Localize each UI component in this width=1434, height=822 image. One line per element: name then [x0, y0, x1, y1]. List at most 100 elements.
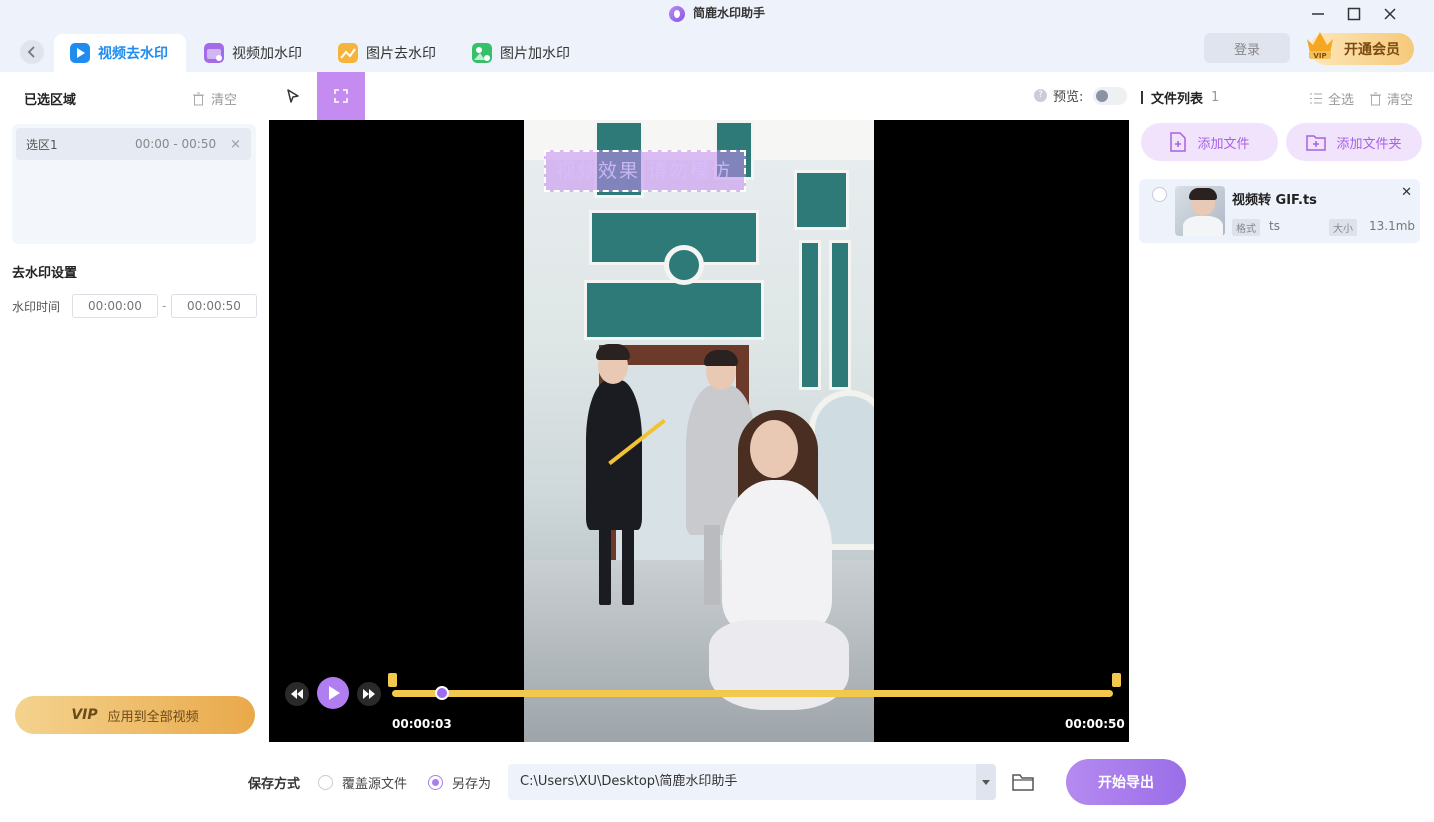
- save-as-radio[interactable]: [428, 775, 443, 790]
- app-title-text: 简鹿水印助手: [692, 6, 765, 20]
- person-hair: [596, 344, 630, 360]
- watermark-text: 视频效果 请勿模仿: [556, 160, 733, 182]
- title-bar: 简鹿水印助手 视频去水印 视频加水印 图片去水印 图片加水印 登录 VIP 开通…: [0, 0, 1434, 72]
- app-logo-icon: [668, 5, 685, 22]
- timeline-start-handle[interactable]: [388, 673, 397, 687]
- file-name: 视频转 GIF.ts: [1232, 193, 1317, 208]
- tab-image-add-watermark[interactable]: 图片加水印: [456, 34, 588, 72]
- person-silhouette: [722, 480, 832, 630]
- region-item[interactable]: 选区1 00:00 - 00:50 ×: [16, 128, 251, 160]
- tab-label: 视频去水印: [98, 46, 168, 62]
- overwrite-radio[interactable]: [318, 775, 333, 790]
- playhead-knob[interactable]: [435, 686, 450, 700]
- crown-icon: VIP: [1307, 32, 1333, 60]
- cursor-arrow-icon: [287, 89, 299, 103]
- preview-toggle[interactable]: [1093, 86, 1128, 105]
- close-icon[interactable]: [1380, 6, 1400, 26]
- save-mode-label: 保存方式: [248, 777, 301, 792]
- open-folder-button[interactable]: [1011, 771, 1035, 793]
- wall-panel: [829, 240, 851, 390]
- video-remove-icon: [70, 43, 90, 63]
- file-select-radio[interactable]: [1152, 187, 1167, 202]
- wall-panel: [799, 240, 821, 390]
- wall-ornament: [664, 245, 704, 285]
- file-list-label: 文件列表: [1151, 92, 1204, 107]
- time-end-input[interactable]: [171, 294, 257, 318]
- close-icon[interactable]: ✕: [1401, 185, 1412, 200]
- time-separator: -: [162, 299, 167, 313]
- left-panel: 已选区域 清空 选区1 00:00 - 00:50 × 去水印设置 水印时间 -…: [0, 72, 269, 822]
- person-leg: [599, 520, 611, 605]
- app-title: 简鹿水印助手: [0, 4, 1434, 22]
- size-tag: 大小: [1329, 219, 1357, 236]
- person-hair: [704, 350, 738, 366]
- play-button[interactable]: [317, 677, 349, 709]
- preview-control: ? 预览:: [1034, 86, 1128, 105]
- add-file-label: 添加文件: [1197, 136, 1250, 152]
- checklist-icon: [1310, 93, 1322, 104]
- timeline-track[interactable]: [392, 690, 1113, 697]
- maximize-icon[interactable]: [1344, 6, 1364, 26]
- region-name: 选区1: [26, 137, 58, 152]
- fast-forward-button[interactable]: [357, 682, 381, 706]
- thumbnail-hair: [1189, 188, 1217, 200]
- selected-regions-title: 已选区域: [24, 93, 77, 108]
- clear-label: 清空: [1387, 93, 1414, 108]
- overwrite-label[interactable]: 覆盖源文件: [342, 773, 407, 792]
- folder-icon: [1012, 774, 1034, 791]
- right-panel: 文件列表 1 全选 清空 添加文件 添加文件夹 视频转 GIF.ts ✕ 格式 …: [1129, 72, 1434, 822]
- chevron-down-icon[interactable]: [976, 764, 996, 800]
- vip-tag: VIP: [71, 707, 98, 723]
- close-icon[interactable]: ×: [230, 137, 241, 152]
- image-add-icon: [472, 43, 492, 63]
- minimize-icon[interactable]: [1308, 6, 1328, 26]
- apply-all-videos-button[interactable]: VIP 应用到全部视频: [15, 696, 255, 734]
- add-folder-icon: [1306, 135, 1327, 151]
- help-icon[interactable]: ?: [1034, 89, 1047, 102]
- output-path-field[interactable]: C:\Users\XU\Desktop\简鹿水印助手: [508, 764, 996, 800]
- clear-files-button[interactable]: 清空: [1369, 89, 1413, 108]
- file-size: 13.1mb: [1369, 219, 1416, 233]
- tab-video-add-watermark[interactable]: 视频加水印: [188, 34, 320, 72]
- watermark-settings-title: 去水印设置: [12, 266, 78, 281]
- person-leg: [622, 520, 634, 605]
- tab-label: 视频加水印: [232, 46, 302, 62]
- file-list-title: 文件列表 1: [1141, 88, 1219, 107]
- start-export-button[interactable]: 开始导出: [1066, 759, 1186, 805]
- add-file-icon: [1170, 132, 1187, 152]
- login-button[interactable]: 登录: [1204, 33, 1290, 63]
- video-player[interactable]: 视频效果 请勿模仿 00:00:03 00:00:50: [269, 120, 1129, 742]
- time-start-input[interactable]: [72, 294, 158, 318]
- trash-icon: [193, 92, 204, 105]
- region-time: 00:00 - 00:50: [134, 137, 217, 151]
- rewind-button[interactable]: [285, 682, 309, 706]
- preview-label: 预览:: [1053, 90, 1084, 105]
- wall-panel: [794, 170, 849, 230]
- add-folder-label: 添加文件夹: [1336, 136, 1402, 152]
- select-all-button[interactable]: 全选: [1309, 89, 1354, 108]
- select-tool-button[interactable]: [269, 72, 317, 120]
- current-time-label: 00:00:03: [392, 717, 452, 731]
- watermark-time-label: 水印时间: [12, 300, 61, 314]
- vip-membership-button[interactable]: VIP 开通会员: [1307, 32, 1414, 65]
- add-folder-button[interactable]: 添加文件夹: [1286, 123, 1422, 161]
- tab-label: 图片去水印: [366, 46, 436, 62]
- region-select-tool-button[interactable]: [317, 72, 365, 120]
- add-file-button[interactable]: 添加文件: [1141, 123, 1278, 161]
- back-button[interactable]: [20, 40, 44, 64]
- thumbnail-body: [1183, 216, 1223, 236]
- file-format: ts: [1269, 219, 1280, 233]
- file-list-item[interactable]: 视频转 GIF.ts ✕ 格式 ts 大小 13.1mb: [1139, 179, 1420, 243]
- save-as-label[interactable]: 另存为: [452, 773, 491, 792]
- tab-video-remove-watermark[interactable]: 视频去水印: [54, 34, 186, 72]
- file-thumbnail: [1175, 186, 1225, 236]
- person-silhouette: [586, 380, 642, 530]
- format-tag: 格式: [1232, 219, 1260, 236]
- tab-image-remove-watermark[interactable]: 图片去水印: [322, 34, 454, 72]
- person-head: [750, 420, 798, 478]
- tab-label: 图片加水印: [500, 46, 570, 62]
- fast-forward-icon: [363, 689, 375, 699]
- end-time-label: 00:00:50: [1065, 717, 1125, 731]
- timeline-end-handle[interactable]: [1112, 673, 1121, 687]
- clear-regions-button[interactable]: 清空: [192, 89, 237, 108]
